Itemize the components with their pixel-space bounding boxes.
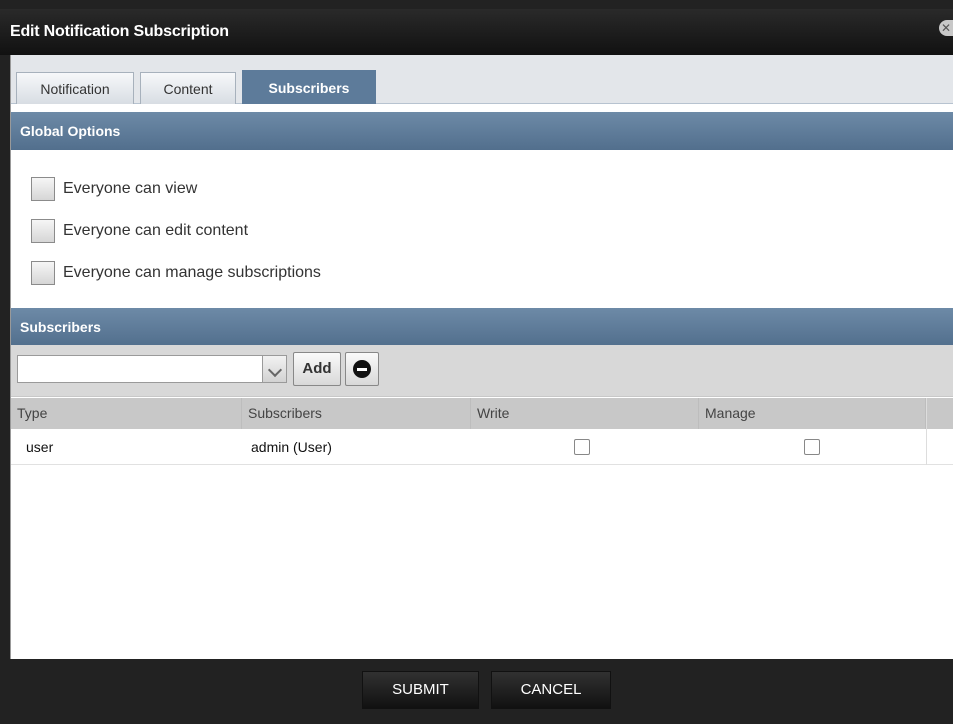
- column-header-manage[interactable]: Manage: [699, 398, 926, 429]
- everyone-can-view-label: Everyone can view: [63, 180, 198, 197]
- dialog-footer: SUBMIT CANCEL: [0, 659, 953, 724]
- cancel-button[interactable]: CANCEL: [491, 671, 611, 709]
- close-icon[interactable]: ✕: [939, 20, 953, 36]
- remove-icon: [353, 360, 371, 378]
- grid-scroll-area[interactable]: [926, 398, 953, 465]
- subscribers-grid-header: Type Subscribers Write Manage: [11, 398, 953, 429]
- option-everyone-can-manage-subscriptions[interactable]: Everyone can manage subscriptions: [31, 261, 321, 285]
- dialog-content: Notification Content Subscribers Global …: [10, 55, 953, 659]
- chevron-down-icon[interactable]: [262, 356, 286, 382]
- tab-bar: Notification Content Subscribers: [11, 55, 953, 104]
- grid-empty-area: [11, 465, 953, 659]
- everyone-can-manage-subscriptions-checkbox[interactable]: [31, 261, 55, 285]
- column-header-type[interactable]: Type: [11, 398, 242, 429]
- subscribers-toolbar: Add: [11, 345, 953, 397]
- everyone-can-edit-content-label: Everyone can edit content: [63, 222, 249, 239]
- manage-checkbox[interactable]: [804, 439, 820, 455]
- row-type: user: [26, 439, 54, 455]
- everyone-can-manage-subscriptions-label: Everyone can manage subscriptions: [63, 264, 321, 281]
- row-subscriber: admin (User): [251, 439, 332, 455]
- tab-subscribers[interactable]: Subscribers: [242, 70, 376, 104]
- write-checkbox[interactable]: [574, 439, 590, 455]
- tab-content[interactable]: Content: [140, 72, 236, 104]
- dialog-titlebar: Edit Notification Subscription ✕: [0, 9, 953, 55]
- everyone-can-view-checkbox[interactable]: [31, 177, 55, 201]
- subscriber-select[interactable]: [17, 355, 287, 383]
- column-header-write[interactable]: Write: [471, 398, 699, 429]
- dialog-title: Edit Notification Subscription: [10, 23, 229, 40]
- subscribers-header: Subscribers: [11, 308, 953, 346]
- option-everyone-can-view[interactable]: Everyone can view: [31, 177, 197, 201]
- table-row[interactable]: user admin (User): [11, 429, 953, 465]
- tab-notification[interactable]: Notification: [16, 72, 134, 104]
- edit-notification-dialog: Edit Notification Subscription ✕ Notific…: [0, 0, 953, 724]
- global-options-header: Global Options: [11, 112, 953, 150]
- option-everyone-can-edit-content[interactable]: Everyone can edit content: [31, 219, 248, 243]
- everyone-can-edit-content-checkbox[interactable]: [31, 219, 55, 243]
- remove-subscriber-button[interactable]: [345, 352, 379, 386]
- submit-button[interactable]: SUBMIT: [362, 671, 479, 709]
- column-header-subscribers[interactable]: Subscribers: [242, 398, 471, 429]
- add-subscriber-button[interactable]: Add: [293, 352, 341, 386]
